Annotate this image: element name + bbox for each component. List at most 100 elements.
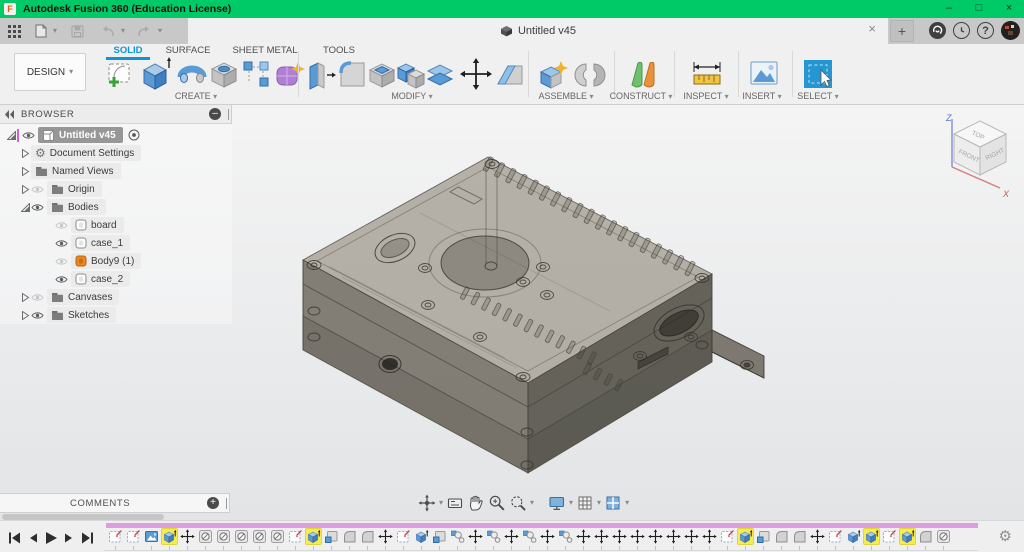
timeline-op-move[interactable]	[610, 529, 628, 550]
expander-icon[interactable]	[20, 310, 31, 320]
undo-caret-icon[interactable]: ▾	[121, 27, 125, 35]
timeline-op-extrude-highlighted[interactable]	[862, 528, 880, 550]
save-icon[interactable]	[71, 24, 84, 38]
visibility-eye-icon[interactable]	[55, 257, 68, 266]
offset-face-icon[interactable]	[424, 58, 456, 90]
viewports-icon[interactable]	[604, 494, 622, 512]
timeline-op-extrude[interactable]	[412, 529, 430, 550]
display-settings-icon[interactable]	[548, 494, 566, 512]
timeline-op-hole[interactable]	[268, 529, 286, 550]
timeline-op-hole[interactable]	[196, 529, 214, 550]
pan-icon[interactable]	[467, 494, 485, 512]
new-component-icon[interactable]	[536, 58, 570, 92]
minimize-button[interactable]: –	[934, 0, 964, 18]
close-button[interactable]: ×	[994, 0, 1024, 18]
view-cube[interactable]: Z X TOP FRONT RIGHT	[928, 109, 1018, 201]
grid-caret-icon[interactable]: ▾	[597, 499, 601, 507]
browser-node-sketches[interactable]: Sketches	[0, 306, 232, 324]
node-pill[interactable]: case_1	[71, 235, 131, 251]
browser-node-named-views[interactable]: Named Views	[0, 162, 232, 180]
visibility-eye-icon[interactable]	[22, 131, 35, 140]
fit-window-zoom-icon[interactable]	[509, 494, 527, 512]
timeline-op-component[interactable]	[448, 529, 466, 550]
timeline-op-fillet[interactable]	[790, 529, 808, 550]
expander-icon[interactable]	[20, 166, 31, 176]
timeline-op-hole[interactable]	[250, 529, 268, 550]
expander-icon[interactable]	[20, 202, 31, 212]
play-icon[interactable]	[44, 531, 58, 545]
browser-node-bodies[interactable]: Bodies	[0, 198, 232, 216]
press-pull-icon[interactable]	[304, 58, 336, 90]
rectangular-pattern-icon[interactable]	[240, 58, 272, 90]
orbit-icon[interactable]	[418, 494, 436, 512]
timeline-op-extrude-highlighted[interactable]	[898, 528, 916, 550]
document-tab[interactable]: Untitled v45 ×	[188, 18, 888, 44]
timeline-op-hole[interactable]	[232, 529, 250, 550]
redo-icon[interactable]	[137, 25, 152, 37]
activate-component-radio[interactable]	[128, 129, 140, 141]
timeline-op-sketch[interactable]	[106, 529, 124, 550]
help-icon[interactable]: ?	[977, 22, 994, 39]
timeline-op-move[interactable]	[574, 529, 592, 550]
undo-icon[interactable]	[100, 25, 115, 37]
expander-icon[interactable]	[20, 148, 31, 158]
measure-icon[interactable]	[690, 58, 724, 90]
design-workspace-menu[interactable]: DESIGN ▾	[14, 53, 86, 91]
timeline-op-component[interactable]	[556, 529, 574, 550]
node-pill[interactable]: Bodies	[47, 199, 106, 215]
expander-icon[interactable]	[6, 130, 17, 140]
timeline-op-move[interactable]	[646, 529, 664, 550]
insert-image-icon[interactable]	[748, 58, 780, 88]
visibility-eye-icon[interactable]	[31, 311, 44, 320]
node-pill[interactable]: case_2	[71, 271, 131, 287]
layout-grid-icon[interactable]	[576, 494, 594, 512]
timeline-op-press-pull[interactable]	[430, 529, 448, 550]
viewports-caret-icon[interactable]: ▾	[625, 499, 629, 507]
timeline-op-move[interactable]	[628, 529, 646, 550]
job-status-clock-icon[interactable]	[953, 22, 970, 39]
browser-resize-grip[interactable]	[228, 109, 229, 120]
combine-icon[interactable]	[394, 58, 426, 90]
visibility-eye-icon[interactable]	[55, 239, 68, 248]
timeline-op-move[interactable]	[502, 529, 520, 550]
tab-sheet-metal[interactable]: SHEET METAL	[232, 45, 298, 58]
timeline-op-hole[interactable]	[934, 529, 952, 550]
timeline-op-move[interactable]	[376, 529, 394, 550]
move-icon[interactable]	[460, 58, 492, 90]
node-pill[interactable]: board	[71, 217, 124, 233]
group-label-inspect[interactable]: INSPECT ▾	[683, 91, 728, 101]
zoom-icon[interactable]	[488, 494, 506, 512]
timeline-op-sketch[interactable]	[718, 529, 736, 550]
timeline-op-move[interactable]	[592, 529, 610, 550]
browser-node-origin[interactable]: Origin	[0, 180, 232, 198]
timeline-op-fillet[interactable]	[358, 529, 376, 550]
timeline-op-sketch[interactable]	[124, 529, 142, 550]
browser-node-body9-1[interactable]: Body9 (1)	[0, 252, 232, 270]
skip-to-start-icon[interactable]	[8, 531, 22, 545]
browser-node-untitled-v45[interactable]: Untitled v45	[0, 126, 232, 144]
timeline-op-move[interactable]	[700, 529, 718, 550]
step-back-icon[interactable]	[27, 531, 39, 545]
timeline-op-hole[interactable]	[214, 529, 232, 550]
file-menu-caret-icon[interactable]: ▾	[53, 27, 57, 35]
browser-node-case-1[interactable]: case_1	[0, 234, 232, 252]
node-pill[interactable]: Untitled v45	[38, 127, 123, 143]
group-label-create[interactable]: CREATE ▾	[175, 91, 217, 101]
file-menu-icon[interactable]	[35, 24, 47, 38]
node-pill[interactable]: Canvases	[47, 289, 120, 305]
display-caret-icon[interactable]: ▾	[569, 499, 573, 507]
node-pill[interactable]: Sketches	[47, 307, 117, 323]
expander-icon[interactable]	[20, 184, 31, 194]
timeline-op-move[interactable]	[682, 529, 700, 550]
browser-node-canvases[interactable]: Canvases	[0, 288, 232, 306]
group-label-assemble[interactable]: ASSEMBLE ▾	[538, 91, 593, 101]
visibility-eye-icon[interactable]	[31, 293, 44, 302]
visibility-eye-icon[interactable]	[55, 221, 68, 230]
timeline-op-fillet[interactable]	[916, 529, 934, 550]
timeline-op-fillet[interactable]	[772, 529, 790, 550]
timeline-settings-gear-icon[interactable]: ⚙	[999, 529, 1012, 544]
timeline-marker-bar[interactable]	[106, 523, 978, 528]
look-at-icon[interactable]	[446, 494, 464, 512]
new-tab-button[interactable]: +	[890, 20, 914, 42]
browser-node-board[interactable]: board	[0, 216, 232, 234]
